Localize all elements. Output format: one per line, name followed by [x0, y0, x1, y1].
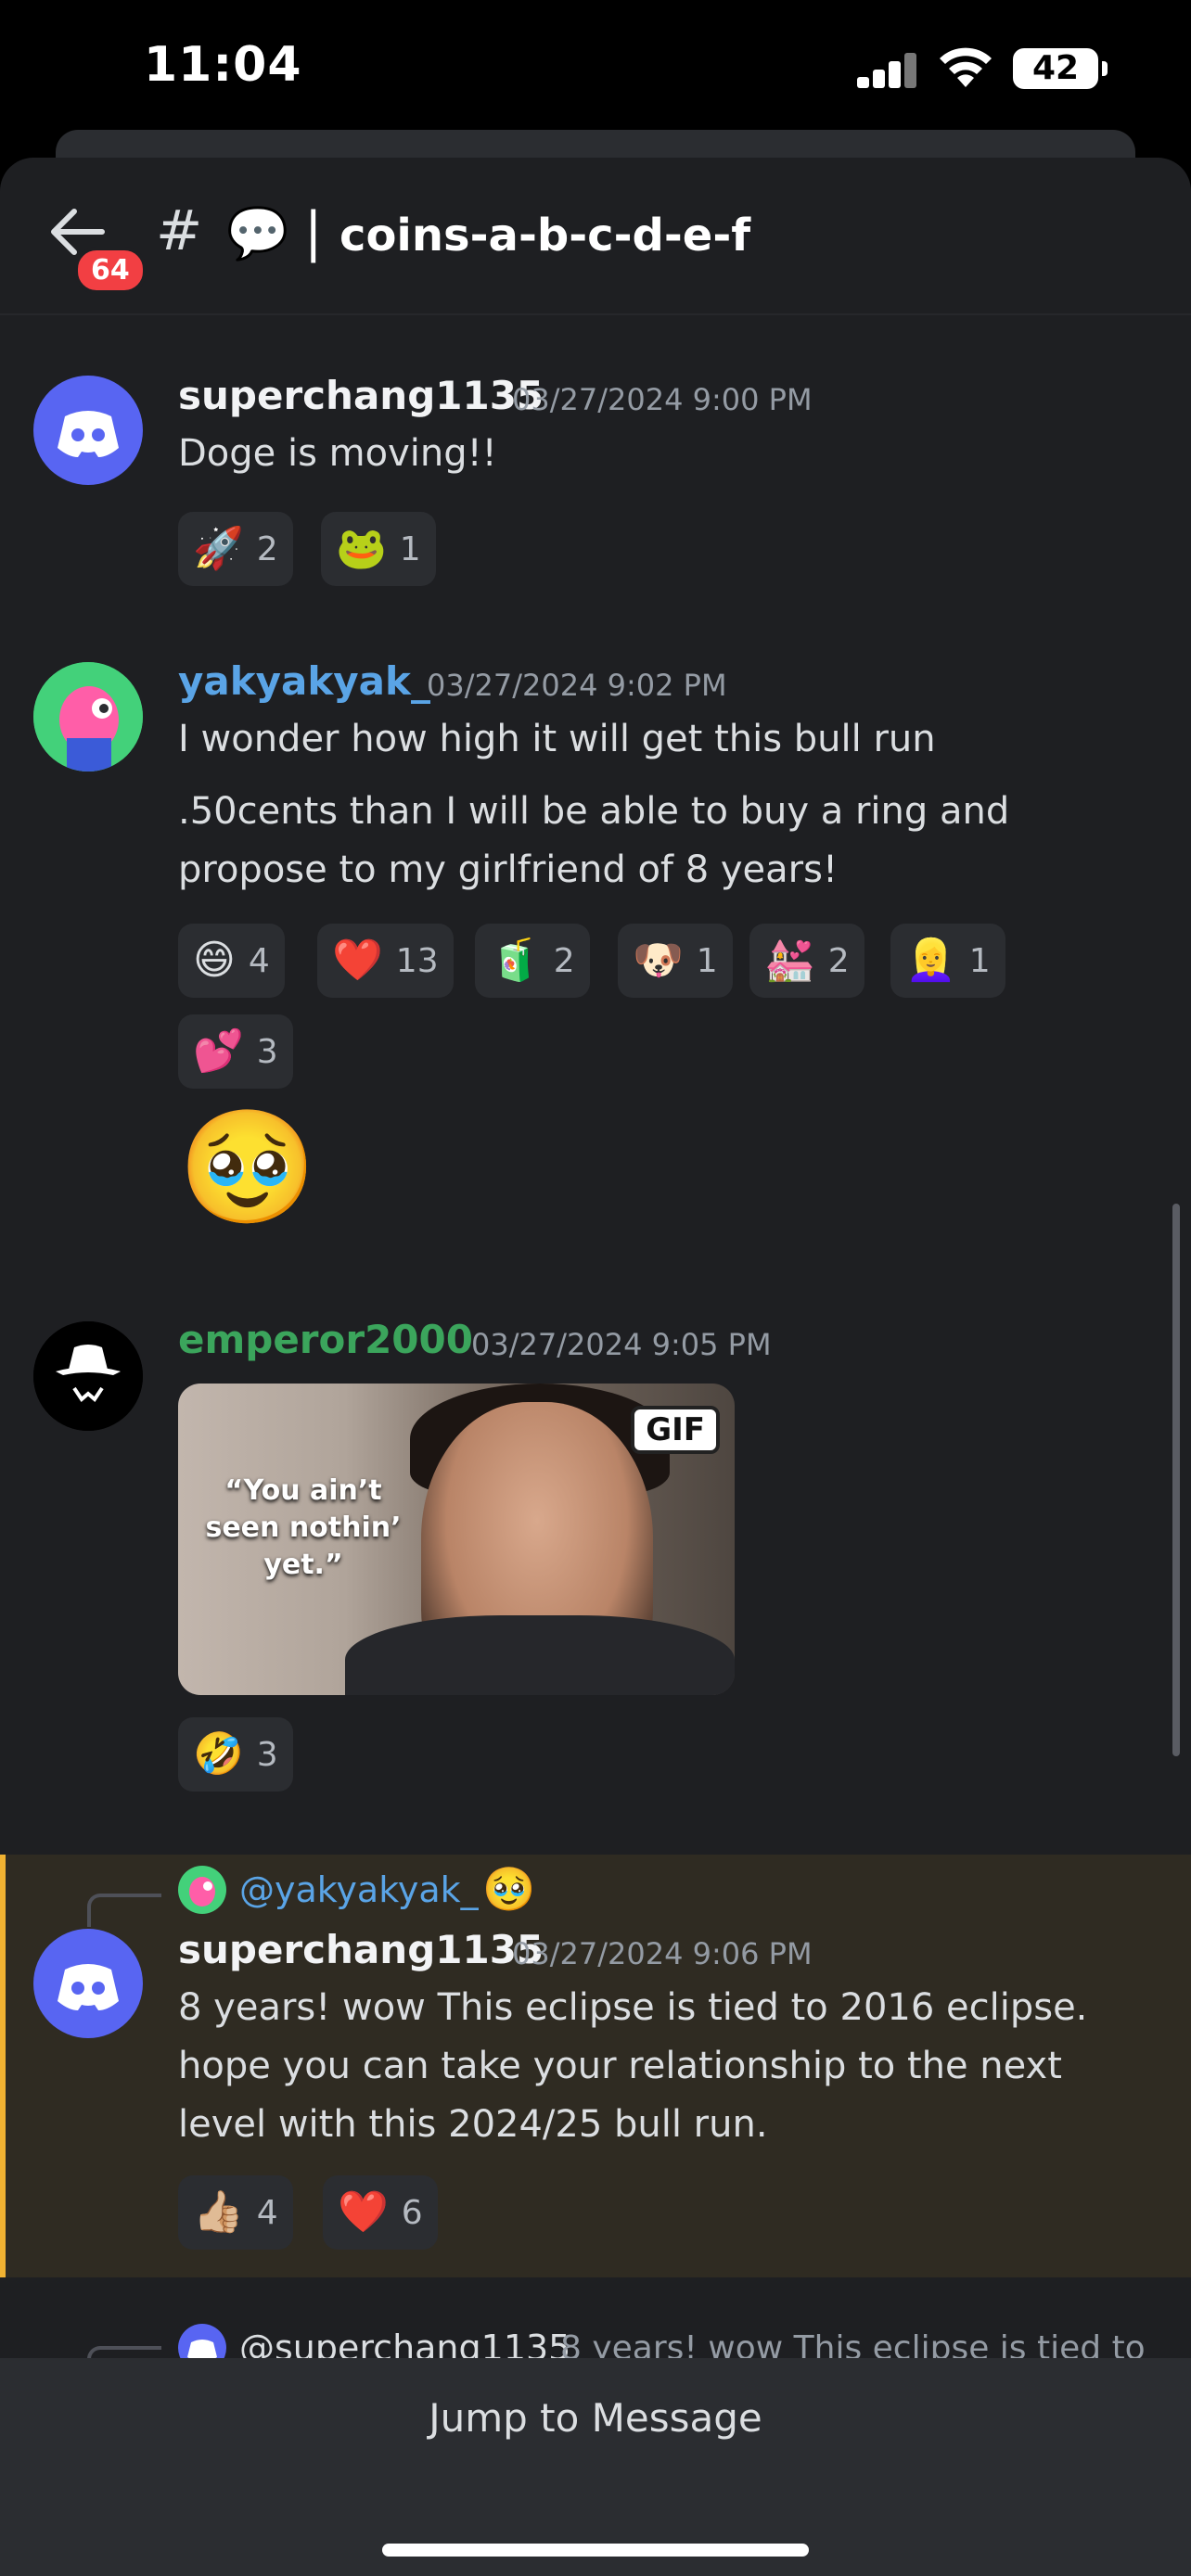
status-bar: 11:04 42	[0, 0, 1191, 139]
username[interactable]: superchang1135	[178, 373, 544, 418]
reaction-count: 2	[553, 941, 575, 980]
reaction-rofl[interactable]: 🤣 3	[178, 1717, 293, 1792]
message-line: level with this 2024/25 bull run.	[178, 2103, 768, 2146]
hat-spy-avatar-icon	[33, 1321, 143, 1431]
reaction-count: 1	[696, 941, 718, 980]
jump-to-message-button[interactable]: Jump to Message	[0, 2395, 1191, 2441]
message-line: propose to my girlfriend of 8 years!	[178, 848, 838, 891]
rocket-icon: 🚀	[193, 525, 244, 572]
unread-badge: 64	[74, 247, 147, 294]
blonde-woman-icon: 👱‍♀️	[905, 937, 956, 984]
scrollbar[interactable]	[1172, 1204, 1180, 1756]
laughing-face-icon: 😄	[193, 937, 236, 984]
battery-icon: 42	[1013, 48, 1108, 89]
pleading-face-icon: 🥹	[178, 1103, 317, 1232]
reply-avatar	[178, 1866, 226, 1914]
timestamp: 03/27/2024 9:05 PM	[471, 1327, 772, 1362]
avatar[interactable]	[33, 376, 143, 485]
reaction-thumbs-up[interactable]: 👍🏼 4	[178, 2175, 293, 2250]
doge-icon: 🐶	[633, 937, 684, 984]
username[interactable]: yakyakyak_	[178, 658, 430, 704]
channel-header: 64 # 💬 | coins-a-b-c-d-e-f	[0, 158, 1191, 315]
reply-connector	[87, 1894, 161, 1927]
reaction-count: 4	[256, 2193, 278, 2232]
message-line: .50cents than I will be able to buy a ri…	[178, 790, 1010, 833]
reaction-count: 1	[968, 941, 991, 980]
timestamp: 03/27/2024 9:02 PM	[427, 668, 727, 703]
rolling-laughing-icon: 🤣	[193, 1730, 244, 1778]
cellular-signal-icon	[857, 51, 918, 88]
status-time: 11:04	[144, 37, 302, 93]
gif-caption: “You ain’t seen nothin’ yet.”	[205, 1474, 402, 1581]
heart-icon: ❤️	[338, 2188, 389, 2236]
highlighted-message[interactable]: @yakyakyak_ 🥹 superchang1135 03/27/2024 …	[0, 1855, 1191, 2277]
gif-figure-body	[345, 1615, 735, 1695]
bottom-bar: Jump to Message	[0, 2358, 1191, 2576]
timestamp: 03/27/2024 9:06 PM	[512, 1936, 813, 1971]
reaction-count: 4	[248, 941, 270, 980]
reaction-crypto-pepe[interactable]: 🐸 1	[321, 512, 436, 586]
reaction-wedding[interactable]: 💒 2	[749, 924, 864, 998]
highlight-accent-bar	[0, 1855, 6, 2277]
reaction-count: 1	[399, 529, 421, 568]
pink-bird-avatar-icon	[33, 662, 143, 772]
reaction-count: 2	[827, 941, 850, 980]
reaction-doge[interactable]: 🐶 1	[618, 924, 733, 998]
crypto-pepe-icon: 🐸	[336, 525, 387, 572]
reaction-blonde-woman[interactable]: 👱‍♀️ 1	[890, 924, 1005, 998]
heart-icon: ❤️	[332, 937, 383, 984]
reaction-juice-box[interactable]: 🧃 2	[475, 924, 590, 998]
channel-separator: |	[304, 200, 323, 263]
discord-logo-icon	[58, 1964, 119, 2010]
gif-badge: GIF	[631, 1406, 720, 1454]
channel-view: 64 # 💬 | coins-a-b-c-d-e-f superchang113…	[0, 158, 1191, 2576]
channel-name[interactable]: coins-a-b-c-d-e-f	[339, 210, 750, 261]
message-text: Doge is moving!!	[178, 432, 497, 475]
reaction-heart[interactable]: ❤️ 13	[317, 924, 454, 998]
juice-box-icon: 🧃	[490, 937, 541, 984]
wedding-chapel-icon: 💒	[764, 937, 815, 984]
discord-logo-icon	[58, 411, 119, 457]
thumbs-up-icon: 👍🏼	[193, 2188, 244, 2236]
reaction-two-hearts[interactable]: 💕 3	[178, 1014, 293, 1089]
reaction-laughing-face[interactable]: 😄 4	[178, 924, 285, 998]
timestamp: 03/27/2024 9:00 PM	[512, 382, 813, 417]
gif-attachment[interactable]: “You ain’t seen nothin’ yet.” GIF	[178, 1384, 735, 1695]
reaction-count: 3	[256, 1735, 278, 1774]
avatar[interactable]	[33, 662, 143, 772]
username[interactable]: emperor2000	[178, 1317, 473, 1362]
speech-bubble-icon: 💬	[226, 204, 289, 262]
message-line: hope you can take your relationship to t…	[178, 2045, 1062, 2087]
reaction-count: 2	[256, 529, 278, 568]
reaction-rocket[interactable]: 🚀 2	[178, 512, 293, 586]
pink-bird-avatar-icon	[189, 1877, 215, 1906]
message-text-continued: .50cents than I will be able to buy a ri…	[178, 783, 1124, 899]
username[interactable]: superchang1135	[178, 1927, 544, 1972]
reply-mention[interactable]: @yakyakyak_	[239, 1869, 479, 1910]
message-text: 8 years! wow This eclipse is tied to 201…	[178, 1979, 1124, 2154]
reaction-count: 13	[395, 941, 439, 980]
reply-emoji-preview: 🥹	[482, 1864, 536, 1914]
reaction-heart[interactable]: ❤️ 6	[323, 2175, 438, 2250]
reaction-count: 3	[256, 1032, 278, 1071]
wifi-icon	[940, 47, 992, 87]
home-indicator[interactable]	[382, 2544, 809, 2557]
avatar[interactable]	[33, 1321, 143, 1431]
two-hearts-icon: 💕	[193, 1027, 244, 1075]
reaction-count: 6	[401, 2193, 423, 2232]
message-text: I wonder how high it will get this bull …	[178, 718, 936, 760]
avatar[interactable]	[33, 1929, 143, 2038]
message-line: 8 years! wow This eclipse is tied to 201…	[178, 1986, 1088, 2029]
hash-icon: #	[156, 198, 203, 263]
